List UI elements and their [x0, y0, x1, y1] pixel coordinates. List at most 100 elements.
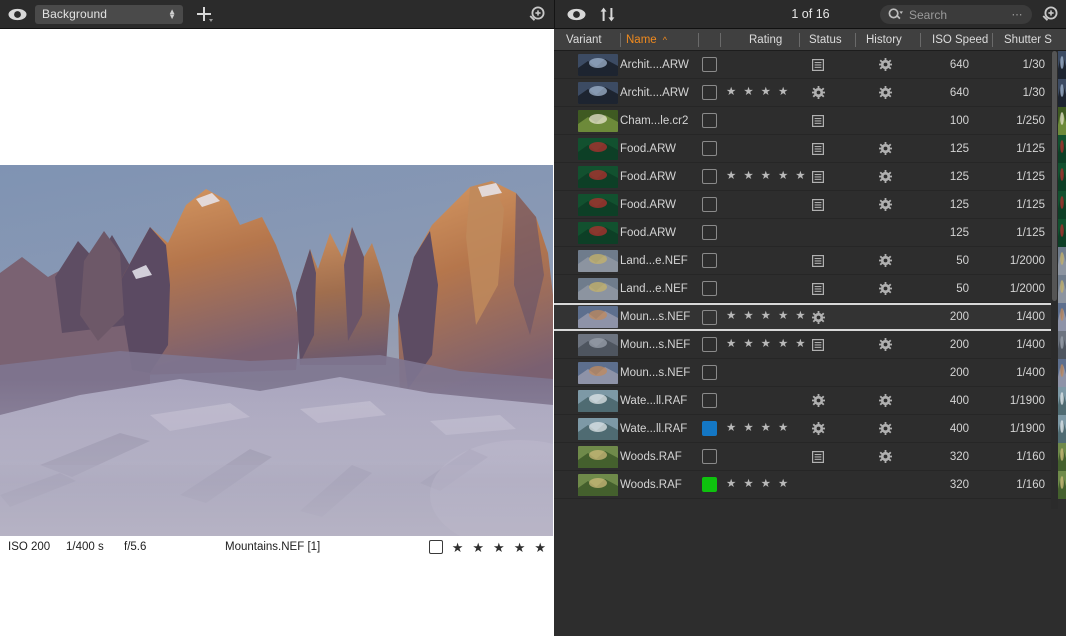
- color-label-checkbox[interactable]: [702, 393, 717, 408]
- star-icon[interactable]: ★: [778, 86, 788, 99]
- filmstrip-thumbnail[interactable]: [1058, 219, 1066, 247]
- status-gear-icon[interactable]: [812, 305, 825, 329]
- row-rating[interactable]: ★ ★ ★ ★ ★: [726, 305, 806, 329]
- plus-icon[interactable]: [195, 5, 213, 23]
- star-icon[interactable]: ★: [743, 311, 753, 323]
- status-list-icon[interactable]: [812, 331, 824, 358]
- color-label-checkbox[interactable]: [702, 477, 717, 492]
- background-select[interactable]: Background ▲ ▼: [35, 4, 183, 24]
- row-color-label[interactable]: [702, 219, 717, 246]
- column-header-status[interactable]: Status: [809, 29, 842, 51]
- star-icon[interactable]: ★: [514, 541, 526, 554]
- star-icon[interactable]: ★: [761, 478, 771, 491]
- star-icon[interactable]: ★: [778, 311, 788, 323]
- table-row[interactable]: Moun...s.NEF ★ ★ ★ ★ ★ 200 1/400: [554, 303, 1051, 331]
- color-label-checkbox[interactable]: [702, 197, 717, 212]
- color-label-checkbox[interactable]: [702, 169, 717, 184]
- star-icon[interactable]: ★: [726, 170, 736, 183]
- table-row[interactable]: Woods.RAF ★ ★ ★ ★ 320 1/160: [554, 471, 1051, 499]
- color-label-checkbox[interactable]: [702, 337, 717, 352]
- star-icon[interactable]: ★: [761, 86, 771, 99]
- history-gear-icon[interactable]: [879, 135, 892, 162]
- table-row[interactable]: Food.ARW 125 1/125: [554, 135, 1051, 163]
- table-row[interactable]: Wate...ll.RAF 400 1/1900: [554, 387, 1051, 415]
- filmstrip-thumbnail[interactable]: [1058, 191, 1066, 219]
- row-rating[interactable]: ★ ★ ★ ★: [726, 471, 788, 498]
- status-gear-icon[interactable]: [812, 79, 825, 106]
- row-color-label[interactable]: [702, 305, 717, 329]
- star-icon[interactable]: ★: [795, 311, 805, 323]
- column-divider[interactable]: [620, 33, 621, 47]
- thumbnail-filmstrip[interactable]: [1058, 51, 1066, 509]
- table-row[interactable]: Moun...s.NEF 200 1/400: [554, 359, 1051, 387]
- table-row[interactable]: Food.ARW ★ ★ ★ ★ ★ 125 1/125: [554, 163, 1051, 191]
- history-gear-icon[interactable]: [879, 247, 892, 274]
- status-gear-icon[interactable]: [812, 415, 825, 442]
- star-icon[interactable]: ★: [761, 311, 771, 323]
- zoom-in-icon[interactable]: [1041, 6, 1058, 28]
- row-color-label[interactable]: [702, 471, 717, 498]
- star-icon[interactable]: ★: [743, 422, 753, 435]
- color-label-checkbox[interactable]: [702, 449, 717, 464]
- column-header-history[interactable]: History: [866, 29, 902, 51]
- table-row[interactable]: Food.ARW 125 1/125: [554, 219, 1051, 247]
- history-gear-icon[interactable]: [879, 51, 892, 78]
- image-table[interactable]: Archit....ARW 640 1/30 Archit....ARW ★ ★ ★ ★ 640…: [554, 51, 1051, 509]
- star-icon[interactable]: ★: [726, 478, 736, 491]
- status-list-icon[interactable]: [812, 51, 824, 78]
- row-rating[interactable]: ★ ★ ★ ★: [726, 415, 788, 442]
- color-label-checkbox[interactable]: [702, 281, 717, 296]
- status-list-icon[interactable]: [812, 107, 824, 134]
- color-label-checkbox[interactable]: [702, 85, 717, 100]
- status-list-icon[interactable]: [812, 135, 824, 162]
- row-color-label[interactable]: [702, 331, 717, 358]
- table-row[interactable]: Woods.RAF 320 1/160: [554, 443, 1051, 471]
- filmstrip-thumbnail[interactable]: [1058, 471, 1066, 499]
- status-list-icon[interactable]: [812, 247, 824, 274]
- row-color-label[interactable]: [702, 79, 717, 106]
- table-row[interactable]: Cham...le.cr2 100 1/250: [554, 107, 1051, 135]
- table-row[interactable]: Wate...ll.RAF ★ ★ ★ ★ 400 1/1900: [554, 415, 1051, 443]
- history-gear-icon[interactable]: [879, 443, 892, 470]
- row-color-label[interactable]: [702, 247, 717, 274]
- history-gear-icon[interactable]: [879, 415, 892, 442]
- column-header-shutter[interactable]: Shutter S: [1004, 29, 1052, 51]
- color-label-checkbox[interactable]: [702, 421, 717, 436]
- row-color-label[interactable]: [702, 415, 717, 442]
- filmstrip-thumbnail[interactable]: [1058, 107, 1066, 135]
- color-label-checkbox[interactable]: [702, 253, 717, 268]
- status-list-icon[interactable]: [812, 443, 824, 470]
- column-header-name[interactable]: Name ^: [626, 29, 667, 51]
- status-gear-icon[interactable]: [812, 387, 825, 414]
- history-gear-icon[interactable]: [879, 163, 892, 190]
- status-list-icon[interactable]: [812, 163, 824, 190]
- column-header-iso[interactable]: ISO Speed: [932, 29, 988, 51]
- filmstrip-thumbnail[interactable]: [1058, 415, 1066, 443]
- table-row[interactable]: Archit....ARW 640 1/30: [554, 51, 1051, 79]
- sort-arrows-icon[interactable]: [600, 7, 616, 22]
- image-viewer[interactable]: [0, 29, 554, 536]
- row-color-label[interactable]: [702, 359, 717, 386]
- column-divider[interactable]: [720, 33, 721, 47]
- history-gear-icon[interactable]: [879, 191, 892, 218]
- scrollbar-thumb[interactable]: [1052, 51, 1057, 301]
- ellipsis-icon[interactable]: ⋯: [1012, 8, 1024, 21]
- star-icon[interactable]: ★: [778, 338, 788, 351]
- row-rating[interactable]: ★ ★ ★ ★ ★: [726, 331, 806, 358]
- filmstrip-thumbnail[interactable]: [1058, 247, 1066, 275]
- star-icon[interactable]: ★: [726, 422, 736, 435]
- column-divider[interactable]: [855, 33, 856, 47]
- row-color-label[interactable]: [702, 51, 717, 78]
- column-divider[interactable]: [799, 33, 800, 47]
- row-color-label[interactable]: [702, 163, 717, 190]
- star-icon[interactable]: ★: [726, 338, 736, 351]
- rating-control[interactable]: ★ ★ ★ ★ ★: [428, 540, 546, 554]
- filmstrip-thumbnail[interactable]: [1058, 331, 1066, 359]
- history-gear-icon[interactable]: [879, 79, 892, 106]
- color-label-checkbox[interactable]: [702, 225, 717, 240]
- star-icon[interactable]: ★: [795, 338, 805, 351]
- star-icon[interactable]: ★: [795, 170, 805, 183]
- star-icon[interactable]: ★: [778, 478, 788, 491]
- table-row[interactable]: Food.ARW 125 1/125: [554, 191, 1051, 219]
- star-icon[interactable]: ★: [452, 541, 464, 554]
